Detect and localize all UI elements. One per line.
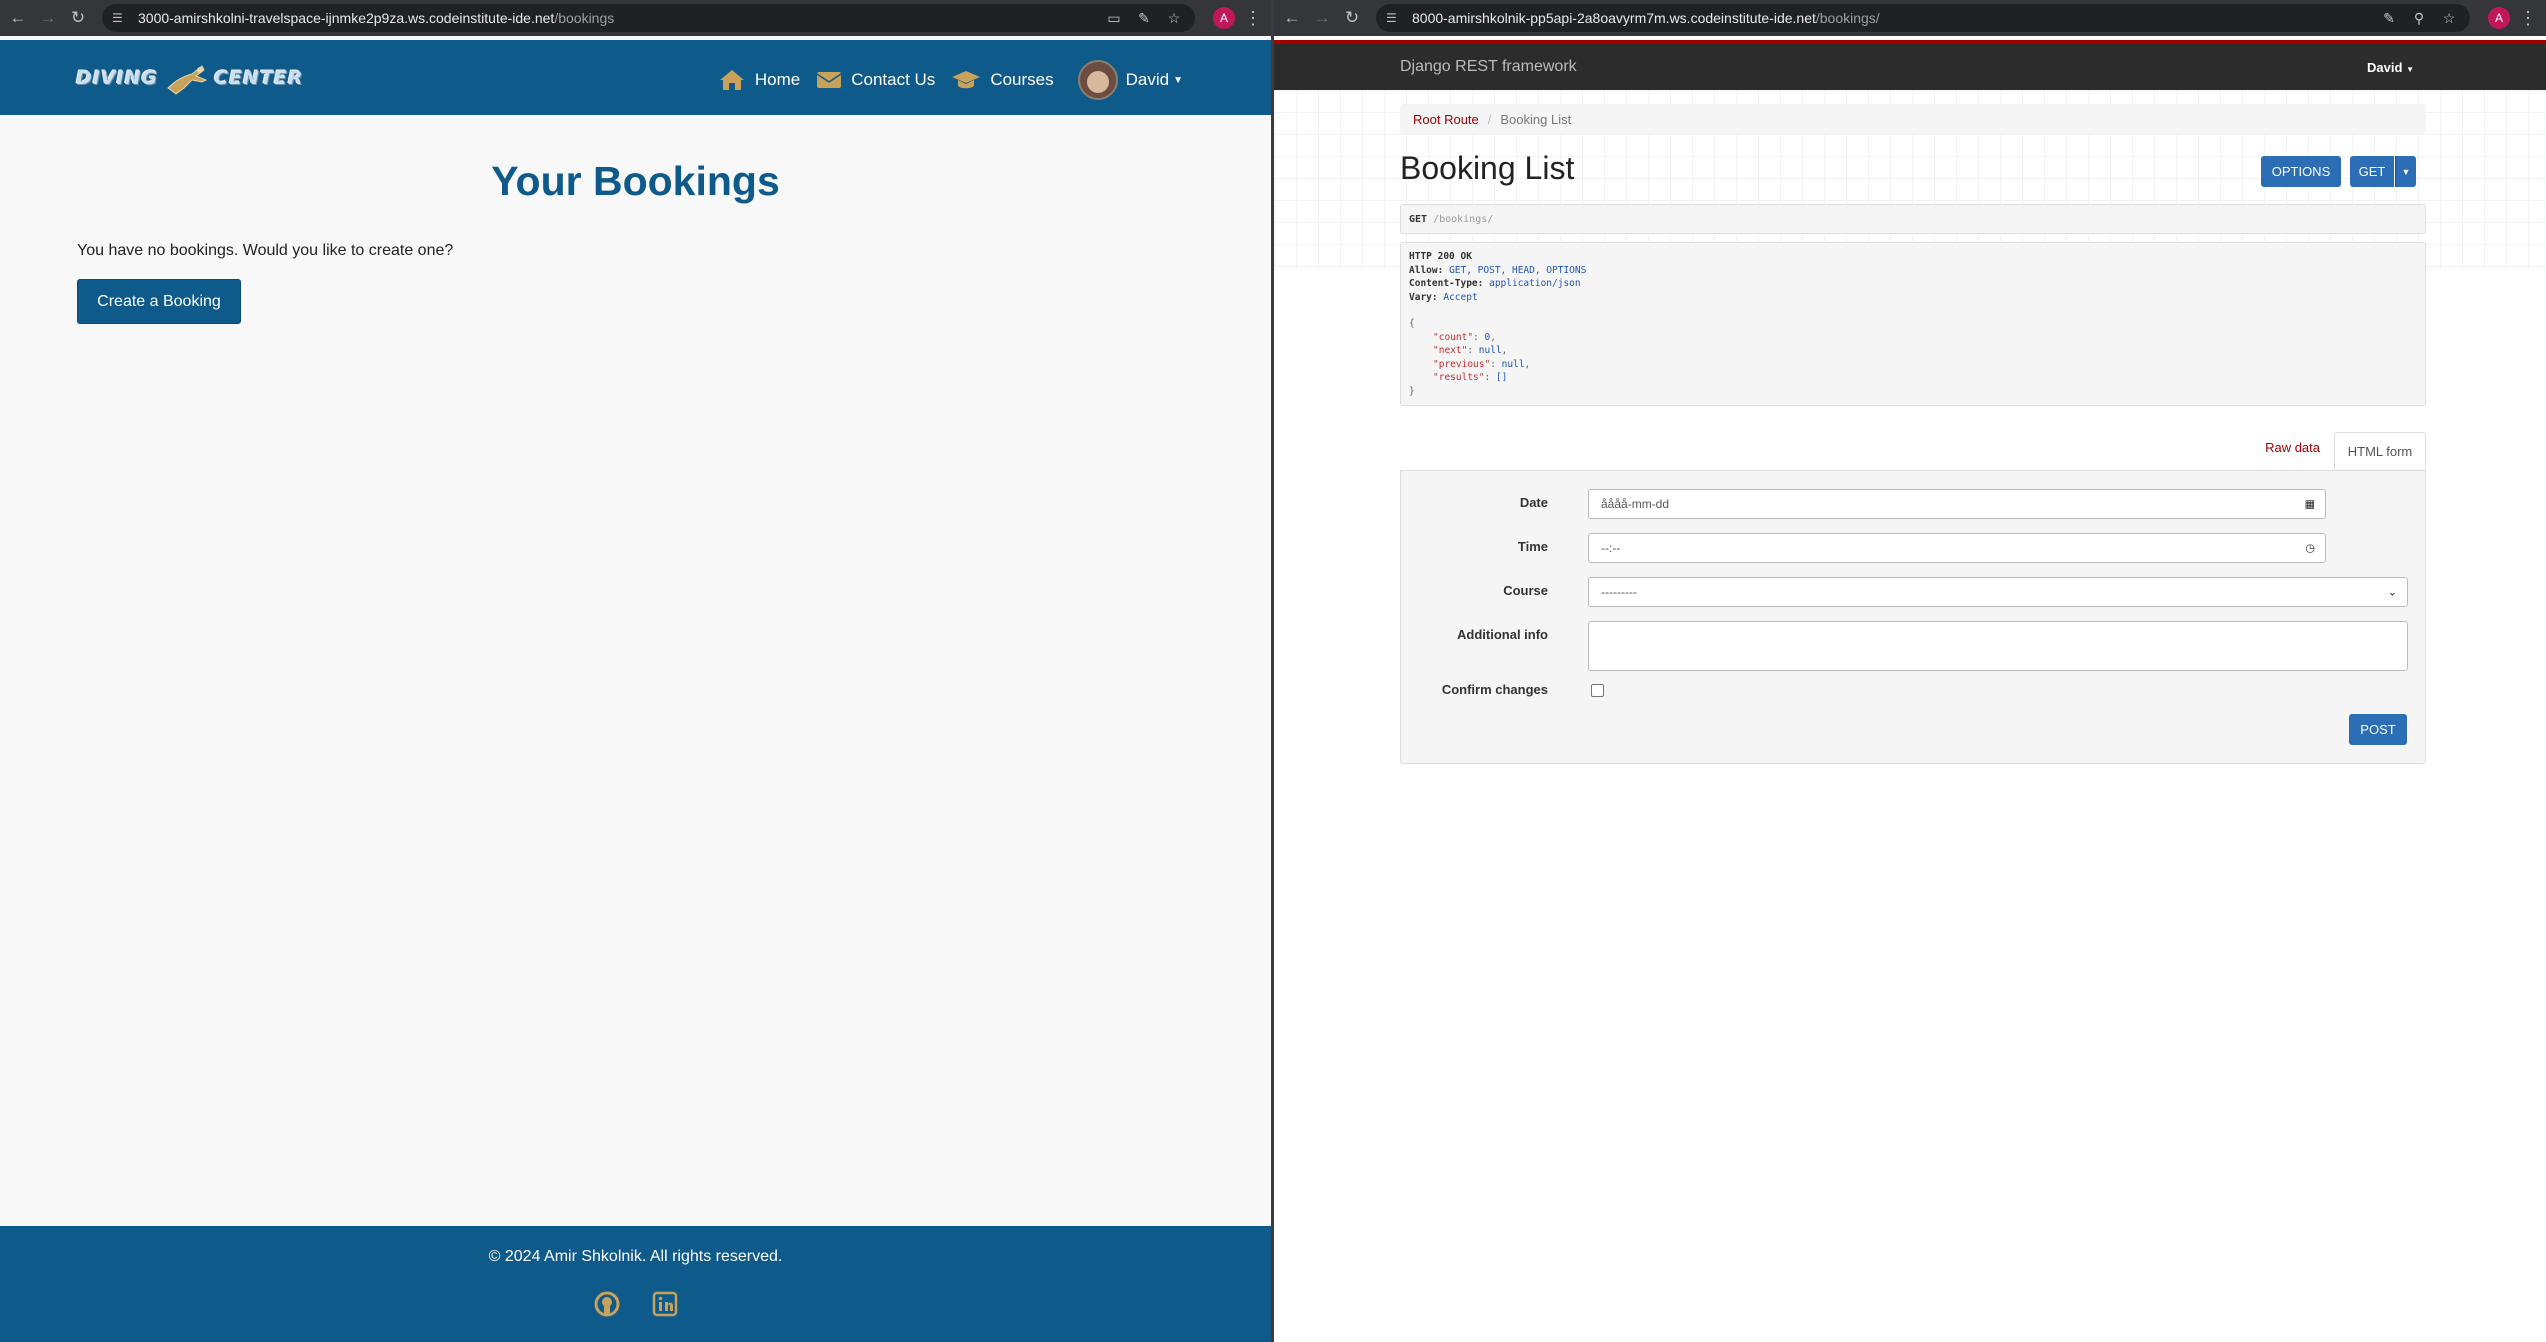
drf-brand[interactable]: Django REST framework xyxy=(1400,58,1577,76)
title-row: Booking List OPTIONS GET ▼ xyxy=(1400,134,2426,194)
browser-toolbar: ← → ↻ ☰ 8000-amirshkolnik-pp5api-2a8oavy… xyxy=(1274,0,2546,36)
request-info: GET /bookings/ xyxy=(1400,204,2426,234)
get-format-dropdown[interactable]: ▼ xyxy=(2395,156,2416,187)
nav-contact[interactable]: Contact Us xyxy=(816,70,935,90)
post-button[interactable]: POST xyxy=(2349,714,2407,745)
additional-info-textarea[interactable] xyxy=(1588,621,2408,671)
reload-icon[interactable]: ↻ xyxy=(66,6,90,30)
tab-html-form[interactable]: HTML form xyxy=(2334,432,2426,470)
install-app-icon[interactable]: ▭ xyxy=(1105,9,1123,27)
response-status: HTTP 200 OK xyxy=(1409,251,1472,262)
empty-bookings-message: You have no bookings. Would you like to … xyxy=(77,242,454,259)
address-bar[interactable]: ☰ 8000-amirshkolnik-pp5api-2a8oavyrm7m.w… xyxy=(1376,4,2470,32)
tab-raw-data[interactable]: Raw data xyxy=(2265,440,2320,455)
user-avatar[interactable] xyxy=(1077,60,1118,100)
github-icon[interactable] xyxy=(593,1290,621,1318)
calendar-icon[interactable]: ▦ xyxy=(2305,498,2315,511)
confirm-changes-label: Confirm changes xyxy=(1441,682,1548,697)
request-method: GET xyxy=(1409,213,1428,225)
diving-center-logo[interactable]: DIVING CENTER xyxy=(76,58,304,98)
nav-contact-label: Contact Us xyxy=(851,70,936,89)
form-tabs: Raw data HTML form xyxy=(1400,432,2426,470)
profile-avatar[interactable]: A xyxy=(1213,7,1235,29)
json-open-brace: { xyxy=(1409,318,1415,329)
page-title: Booking List xyxy=(1400,150,1575,186)
forward-icon[interactable]: → xyxy=(36,6,60,30)
response-header-row: Vary: Accept xyxy=(1409,291,1478,303)
browser-menu-icon[interactable]: ⋮ xyxy=(2516,8,2540,29)
page-title: Your Bookings xyxy=(491,158,780,204)
additional-info-label: Additional info xyxy=(1457,627,1548,642)
request-path: /bookings/ xyxy=(1433,213,1494,225)
bookmark-star-icon[interactable]: ☆ xyxy=(1165,9,1183,27)
left-browser-window: ← → ↻ ☰ 3000-amirshkolni-travelspace-ijn… xyxy=(0,0,1271,1342)
date-label: Date xyxy=(1519,495,1548,510)
site-navbar: DIVING CENTER Home Contact Us Courses Da… xyxy=(0,40,1271,115)
chevron-down-icon: ▼ xyxy=(2406,65,2414,74)
create-booking-button[interactable]: Create a Booking xyxy=(77,279,241,324)
json-row: "results": [] xyxy=(1433,372,1508,383)
right-browser-window: ← → ↻ ☰ 8000-amirshkolnik-pp5api-2a8oavy… xyxy=(1274,0,2546,1342)
nav-home-label: Home xyxy=(754,70,801,89)
copyright-text: © 2024 Amir Shkolnik. All rights reserve… xyxy=(488,1248,783,1265)
reload-icon[interactable]: ↻ xyxy=(1340,6,1364,30)
get-button[interactable]: GET xyxy=(2350,156,2394,187)
translate-icon[interactable]: ✎ xyxy=(1135,9,1153,27)
response-header-row: Allow: GET, POST, HEAD, OPTIONS xyxy=(1409,264,1587,276)
response-header-row: Content-Type: application/json xyxy=(1409,278,1581,289)
site-info-icon[interactable]: ☰ xyxy=(112,10,128,26)
browser-toolbar: ← → ↻ ☰ 3000-amirshkolni-travelspace-ijn… xyxy=(0,0,1271,36)
home-icon xyxy=(719,70,744,90)
site-footer: © 2024 Amir Shkolnik. All rights reserve… xyxy=(0,1226,1271,1342)
json-row: "count": 0, xyxy=(1433,331,1496,343)
drf-content: Root Route / Booking List Booking List O… xyxy=(1400,104,2426,764)
breadcrumb-root[interactable]: Root Route xyxy=(1413,112,1479,127)
clock-icon[interactable]: ◷ xyxy=(2305,542,2315,555)
chevron-down-icon[interactable]: ▼ xyxy=(1173,75,1183,86)
url-text: 8000-amirshkolnik-pp5api-2a8oavyrm7m.ws.… xyxy=(1412,10,1880,26)
breadcrumb-current: Booking List xyxy=(1500,111,1572,127)
browser-menu-icon[interactable]: ⋮ xyxy=(1241,8,1265,29)
linkedin-icon[interactable] xyxy=(651,1290,679,1318)
social-links xyxy=(0,1290,1271,1318)
options-button[interactable]: OPTIONS xyxy=(2261,156,2341,187)
time-input[interactable]: --:-- ◷ xyxy=(1588,533,2326,563)
address-bar[interactable]: ☰ 3000-amirshkolni-travelspace-ijnmke2p9… xyxy=(102,4,1195,32)
response-info: HTTP 200 OK Allow: GET, POST, HEAD, OPTI… xyxy=(1400,242,2426,406)
drf-navbar: Django REST framework David ▼ xyxy=(1274,40,2546,90)
zoom-icon[interactable]: ⚲ xyxy=(2410,9,2428,27)
url-text: 3000-amirshkolni-travelspace-ijnmke2p9za… xyxy=(138,10,615,26)
breadcrumb-separator: / xyxy=(1487,111,1492,127)
diver-logo-icon xyxy=(167,65,208,95)
chevron-down-icon: ▼ xyxy=(2401,166,2411,177)
envelope-icon xyxy=(816,72,842,88)
main-menu: Home Contact Us Courses David ▼ xyxy=(702,60,1183,100)
course-label: Course xyxy=(1503,583,1548,598)
json-close-brace: } xyxy=(1409,385,1415,397)
translate-icon[interactable]: ✎ xyxy=(2380,9,2398,27)
chevron-down-icon: ⌄ xyxy=(2387,586,2397,599)
graduation-cap-icon xyxy=(952,71,981,89)
logo-text-center: CENTER xyxy=(214,67,304,89)
json-row: "next": null, xyxy=(1433,345,1508,356)
drf-user-menu[interactable]: David ▼ xyxy=(2367,60,2414,75)
back-icon[interactable]: ← xyxy=(1280,6,1304,30)
course-select[interactable]: --------- ⌄ xyxy=(1588,577,2408,607)
time-label: Time xyxy=(1517,539,1548,554)
forward-icon[interactable]: → xyxy=(1310,6,1334,30)
breadcrumb: Root Route / Booking List xyxy=(1400,104,2426,134)
html-form-panel: Date åååå-mm-dd ▦ Time --:-- ◷ Course --… xyxy=(1400,470,2426,764)
date-input[interactable]: åååå-mm-dd ▦ xyxy=(1588,489,2326,519)
user-menu-name[interactable]: David xyxy=(1126,70,1169,90)
confirm-changes-checkbox[interactable] xyxy=(1591,684,1604,697)
nav-home[interactable]: Home xyxy=(718,68,800,92)
logo-text-diving: DIVING xyxy=(76,67,159,89)
nav-courses-label: Courses xyxy=(990,70,1054,89)
profile-avatar[interactable]: A xyxy=(2488,7,2510,29)
nav-courses[interactable]: Courses xyxy=(951,69,1054,91)
site-info-icon[interactable]: ☰ xyxy=(1386,10,1402,26)
json-row: "previous": null, xyxy=(1433,358,1531,370)
bookmark-star-icon[interactable]: ☆ xyxy=(2440,9,2458,27)
back-icon[interactable]: ← xyxy=(6,6,30,30)
